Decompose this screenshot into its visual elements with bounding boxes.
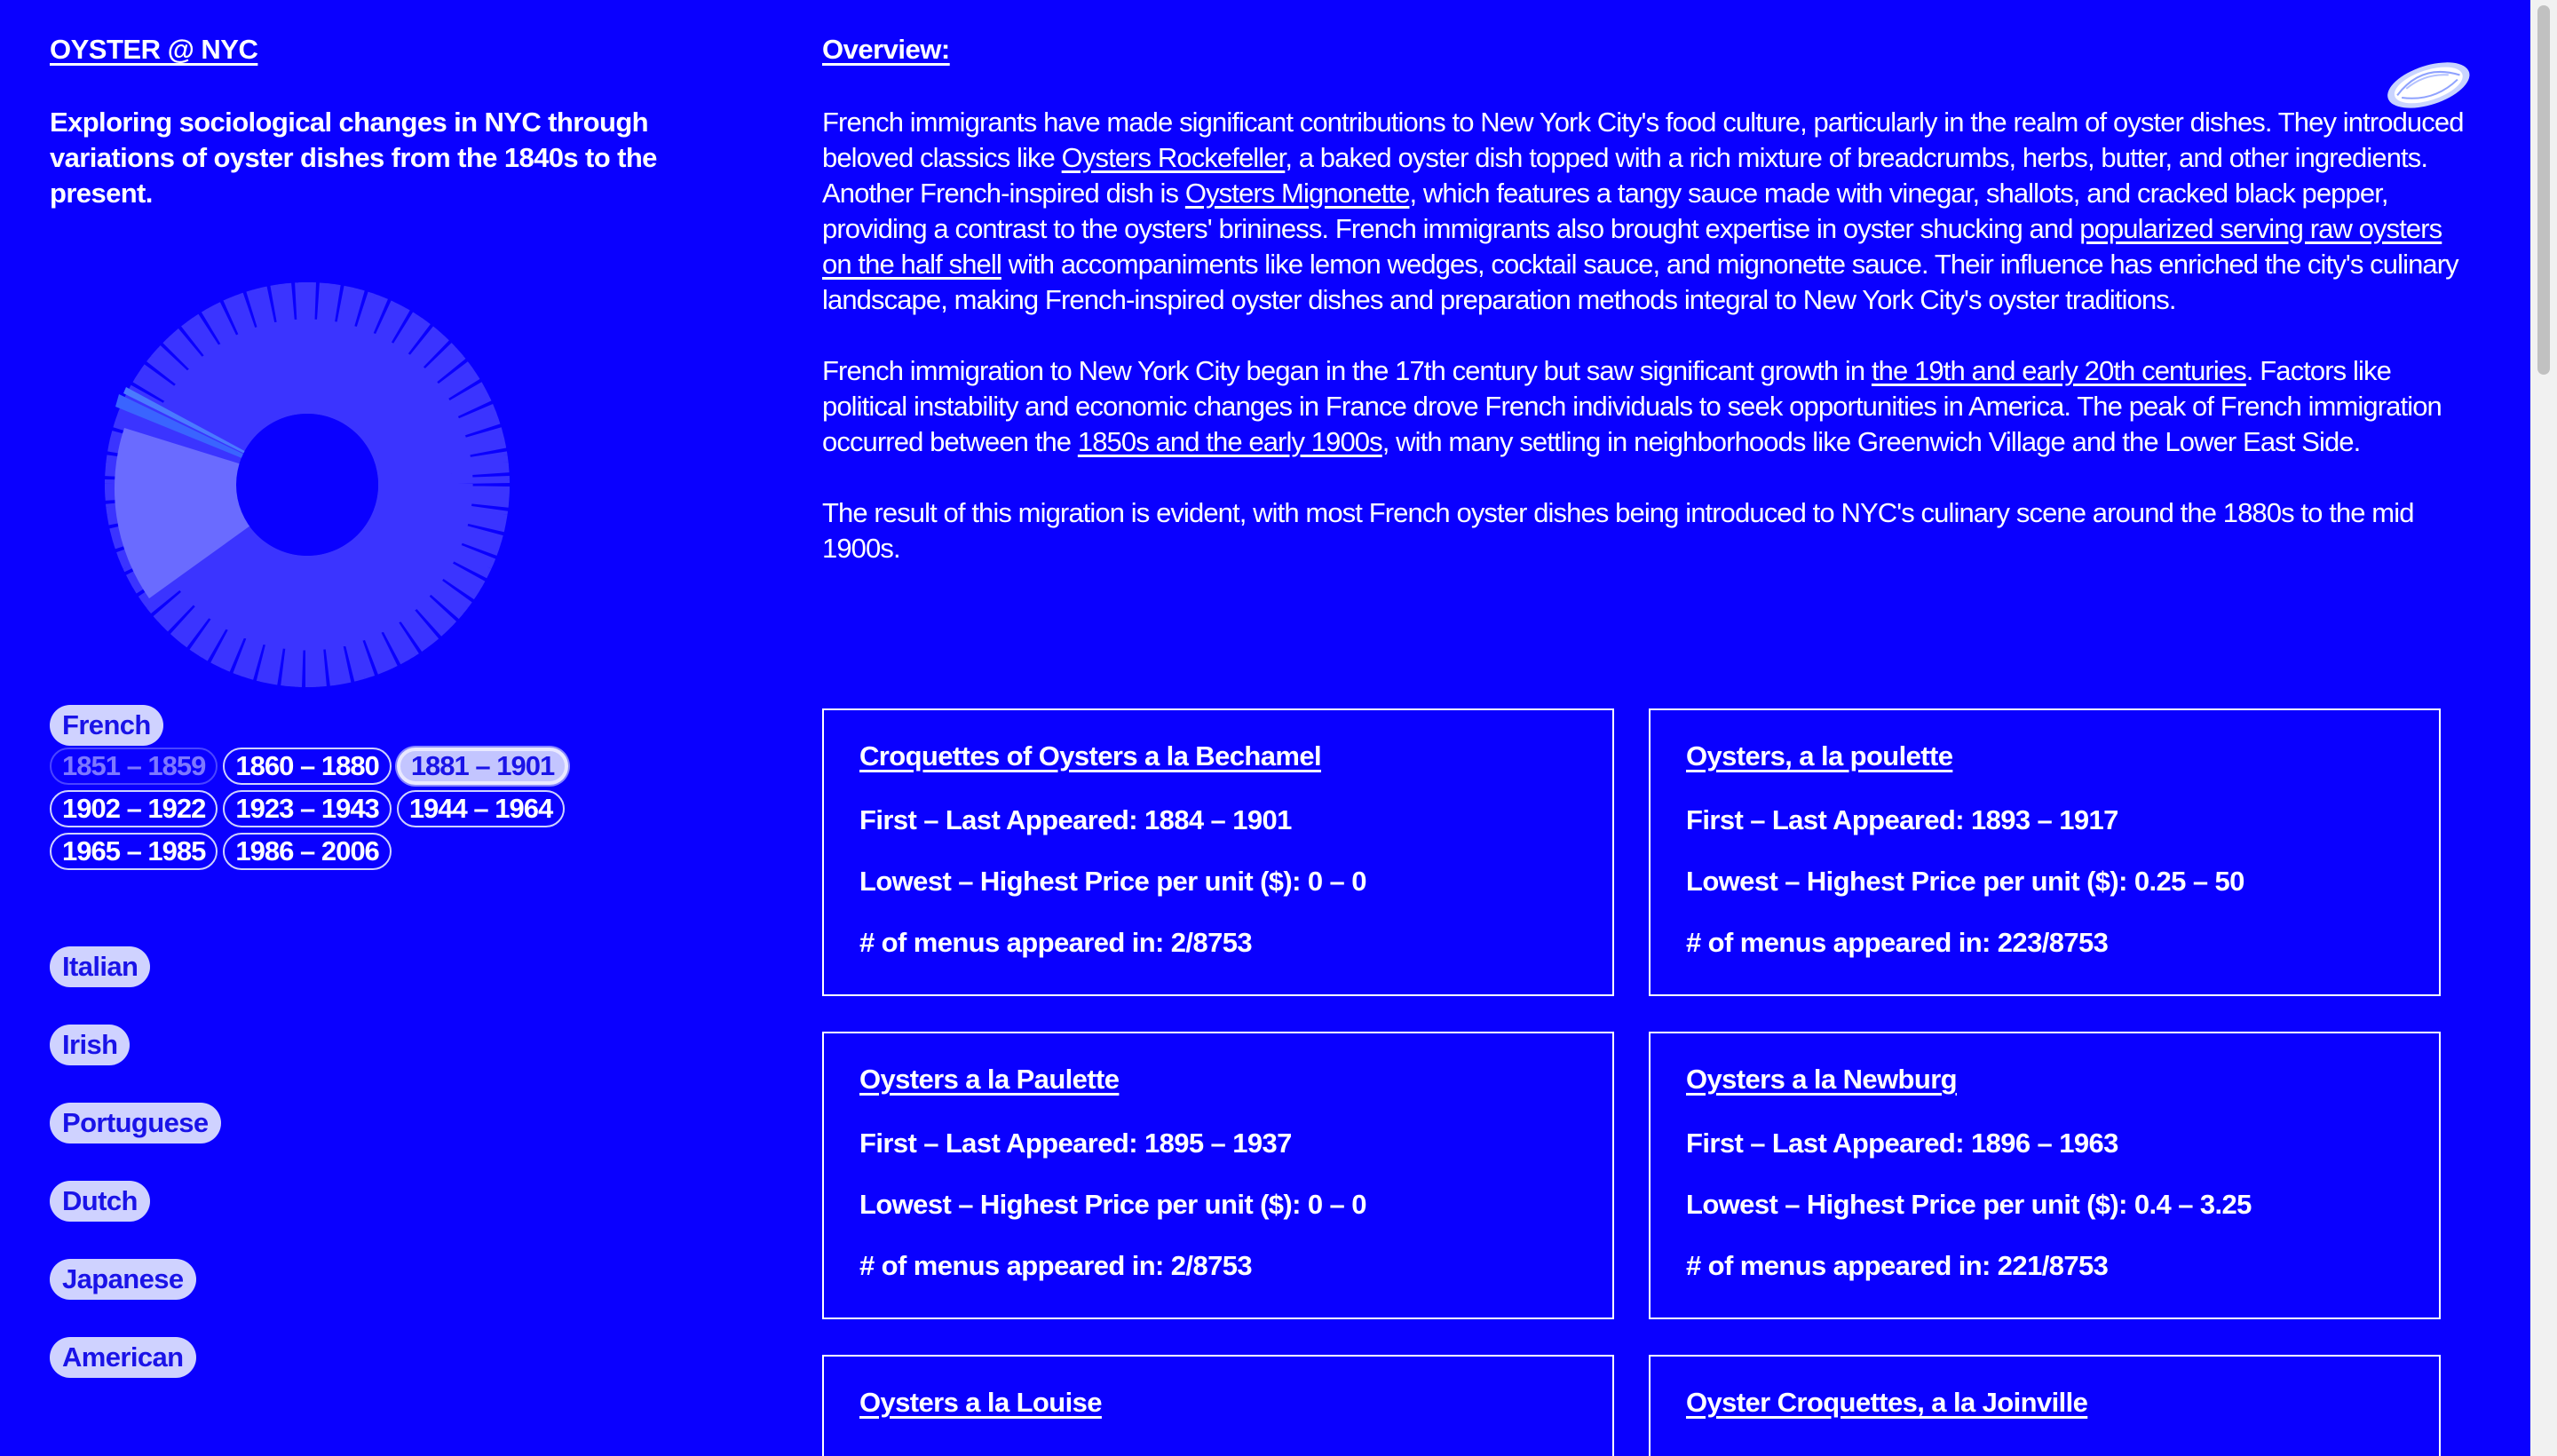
dish-name-link[interactable]: Croquettes of Oysters a la Bechamel	[859, 740, 1322, 772]
dish-name-link[interactable]: Oysters a la Louise	[859, 1387, 1103, 1419]
dish-price: Lowest – Highest Price per unit ($): 0 –…	[859, 1189, 1366, 1220]
dish-card: Oysters a la Newburg First – Last Appear…	[1649, 1032, 2441, 1319]
period-1923-1943[interactable]: 1923 – 1943	[223, 790, 392, 827]
dish-price: Lowest – Highest Price per unit ($): 0.4…	[1686, 1189, 2252, 1220]
site-title[interactable]: OYSTER @ NYC	[50, 34, 258, 66]
dish-name-link[interactable]: Oysters a la Newburg	[1686, 1064, 1958, 1096]
dish-card: Oysters a la Paulette First – Last Appea…	[822, 1032, 1614, 1319]
dish-menus: # of menus appeared in: 221/8753	[1686, 1250, 2109, 1281]
dish-card: Oysters, a la poulette First – Last Appe…	[1649, 708, 2441, 996]
text: French immigration to New York City bega…	[822, 355, 1872, 386]
link-1850s-1900s[interactable]: 1850s and the early 1900s	[1078, 426, 1383, 457]
dish-card: Croquettes of Oysters a la Bechamel Firs…	[822, 708, 1614, 996]
dish-name-link[interactable]: Oyster Croquettes, a la Joinville	[1686, 1387, 2088, 1419]
dish-menus: # of menus appeared in: 2/8753	[859, 1250, 1253, 1281]
category-french[interactable]: French	[50, 705, 163, 746]
link-oysters-rockefeller[interactable]: Oysters Rockefeller	[1062, 142, 1286, 173]
scrollbar-thumb[interactable]	[2537, 5, 2550, 375]
overview-paragraph-1: French immigrants have made significant …	[822, 105, 2465, 318]
donut-hole	[236, 414, 378, 556]
overview-paragraph-2: French immigration to New York City bega…	[822, 353, 2465, 460]
category-irish[interactable]: Irish	[50, 1025, 131, 1065]
dish-menus: # of menus appeared in: 223/8753	[1686, 927, 2109, 958]
overview-paragraph-3: The result of this migration is evident,…	[822, 497, 2414, 564]
overview-text: French immigrants have made significant …	[822, 105, 2465, 602]
period-1860-1880[interactable]: 1860 – 1880	[223, 748, 392, 785]
page-scrollbar[interactable]	[2530, 0, 2557, 1456]
period-1851-1859[interactable]: 1851 – 1859	[50, 748, 218, 785]
oyster-icon[interactable]	[2379, 53, 2477, 115]
period-1965-1985[interactable]: 1965 – 1985	[50, 833, 218, 870]
dish-name-link[interactable]: Oysters, a la poulette	[1686, 740, 1953, 772]
dish-menus: # of menus appeared in: 2/8753	[859, 927, 1253, 958]
period-1944-1964[interactable]: 1944 – 1964	[396, 790, 566, 827]
link-oysters-mignonette[interactable]: Oysters Mignonette	[1185, 178, 1410, 209]
link-19th-century[interactable]: the 19th and early 20th centuries	[1872, 355, 2247, 386]
text: with accompaniments like lemon wedges, c…	[822, 249, 2459, 315]
period-1881-1901[interactable]: 1881 – 1901	[396, 748, 569, 785]
period-1902-1922[interactable]: 1902 – 1922	[50, 790, 218, 827]
dish-appeared: First – Last Appeared: 1896 – 1963	[1686, 1128, 2118, 1159]
dish-appeared: First – Last Appeared: 1884 – 1901	[859, 804, 1292, 835]
period-1986-2006[interactable]: 1986 – 2006	[223, 833, 392, 870]
dish-appeared: First – Last Appeared: 1893 – 1917	[1686, 804, 2118, 835]
text: , with many settling in neighborhoods li…	[1381, 426, 2362, 457]
dish-name-link[interactable]: Oysters a la Paulette	[859, 1064, 1120, 1096]
overview-heading: Overview:	[822, 34, 950, 65]
category-italian[interactable]: Italian	[50, 946, 151, 987]
dish-card: Oyster Croquettes, a la Joinville	[1649, 1355, 2441, 1456]
period-selector: 1851 – 1859 1860 – 1880 1881 – 1901 1902…	[50, 748, 618, 875]
dish-price: Lowest – Highest Price per unit ($): 0.2…	[1686, 866, 2244, 897]
dish-price: Lowest – Highest Price per unit ($): 0 –…	[859, 866, 1366, 897]
dish-appeared: First – Last Appeared: 1895 – 1937	[859, 1128, 1292, 1159]
radial-period-chart[interactable]	[94, 272, 520, 698]
category-japanese[interactable]: Japanese	[50, 1259, 196, 1300]
category-dutch[interactable]: Dutch	[50, 1181, 150, 1222]
site-tagline: Exploring sociological changes in NYC th…	[50, 107, 657, 209]
category-american[interactable]: American	[50, 1337, 196, 1378]
dish-card: Oysters a la Louise	[822, 1355, 1614, 1456]
category-portuguese[interactable]: Portuguese	[50, 1103, 221, 1143]
